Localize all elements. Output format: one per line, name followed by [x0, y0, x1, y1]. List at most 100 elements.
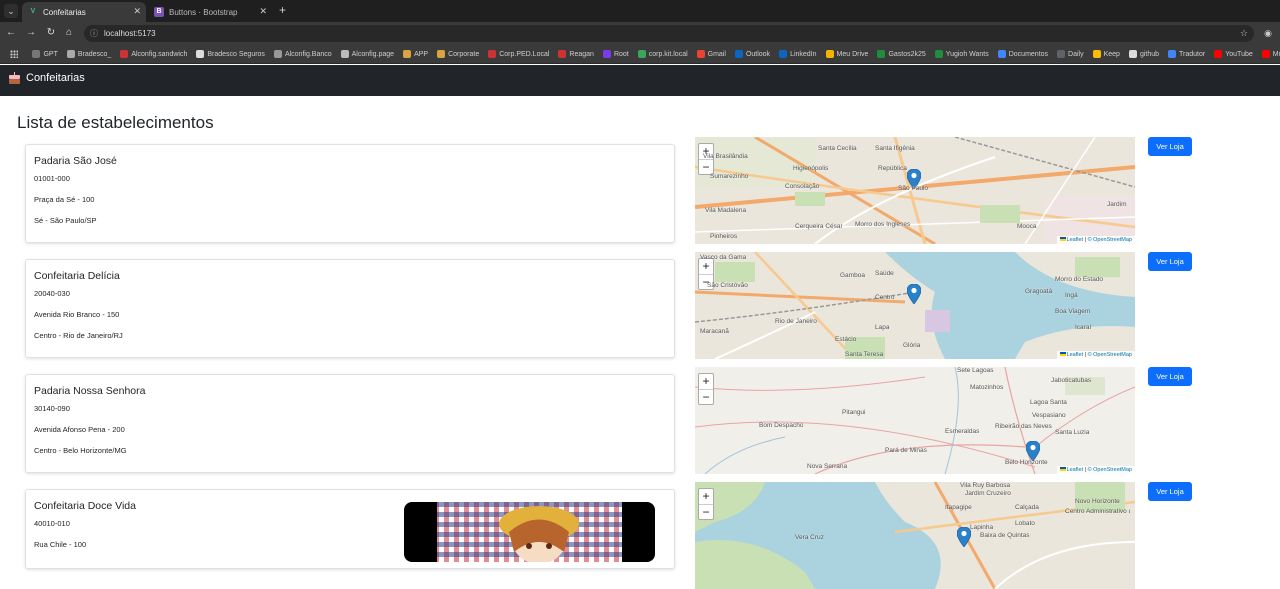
bookmark-favicon-icon: [825, 50, 834, 58]
bookmark-item[interactable]: Alconfig.sandwich: [116, 44, 192, 63]
bookmark-favicon-icon: [340, 50, 349, 58]
bookmark-item[interactable]: Tradutor: [1164, 44, 1210, 63]
tab-search-icon[interactable]: ⌄: [4, 4, 18, 18]
bookmark-favicon-icon: [488, 50, 497, 58]
bookmark-item[interactable]: APP: [399, 44, 433, 63]
tab-confeitarias[interactable]: V Confeitarias ✕: [22, 2, 146, 22]
bookmark-favicon-icon: [877, 50, 886, 58]
leaflet-link[interactable]: Leaflet: [1067, 352, 1084, 358]
store-cep: 30140-090: [34, 404, 70, 413]
bookmark-star-icon[interactable]: ☆: [1240, 25, 1248, 42]
zoom-out-button[interactable]: −: [699, 159, 713, 174]
map-place-label: Nova Serrana: [807, 463, 848, 470]
map-place-label: Matozinhos: [970, 384, 1004, 391]
zoom-in-button[interactable]: +: [699, 259, 713, 274]
ukraine-flag-icon: [1059, 352, 1066, 356]
store-city: Sé - São Paulo/SP: [34, 216, 97, 225]
ver-loja-button[interactable]: Ver Loja: [1148, 367, 1192, 386]
bookmark-item[interactable]: Gastos2k25: [873, 44, 930, 63]
store-cep: 01001-000: [34, 174, 70, 183]
map-place-label: Jaboticatubas: [1051, 377, 1092, 384]
profile-icon[interactable]: ◉: [1261, 26, 1275, 40]
map-place-label: Calçada: [1015, 504, 1039, 511]
close-tab-icon[interactable]: ✕: [133, 6, 141, 17]
osm-link[interactable]: © OpenStreetMap: [1088, 467, 1132, 473]
ver-loja-button[interactable]: Ver Loja: [1148, 482, 1192, 501]
bookmark-item[interactable]: github: [1125, 44, 1164, 63]
bookmark-favicon-icon: [403, 50, 412, 58]
apps-grid-icon[interactable]: [10, 50, 18, 58]
bookmark-item[interactable]: Alconfig.page: [337, 44, 399, 63]
map-place-label: Centro: [875, 294, 895, 301]
bookmark-label: Gmail: [707, 50, 726, 58]
bookmark-label: Daily: [1068, 50, 1084, 58]
zoom-out-button[interactable]: −: [699, 389, 713, 404]
navbar-brand[interactable]: Confeitarias: [9, 72, 85, 84]
vue-favicon-icon: V: [30, 8, 36, 15]
zoom-out-button[interactable]: −: [699, 504, 713, 519]
bookmark-item[interactable]: corp.kit.local: [634, 44, 693, 63]
bookmark-item[interactable]: Keep: [1089, 44, 1125, 63]
forward-icon[interactable]: →: [24, 26, 38, 40]
osm-link[interactable]: © OpenStreetMap: [1088, 352, 1132, 358]
bookmark-item[interactable]: GPT: [28, 44, 62, 63]
leaflet-link[interactable]: Leaflet: [1067, 237, 1084, 243]
bookmark-item[interactable]: Meu Drive: [822, 44, 874, 63]
bookmark-item[interactable]: Corporate: [433, 44, 484, 63]
map-salvador[interactable]: + −: [695, 482, 1135, 589]
browser-toolbar: ← → ↻ ⌂ ⓘ localhost:5173 ☆ ◉: [0, 22, 1280, 44]
bookmark-item[interactable]: LinkedIn: [775, 44, 821, 63]
new-tab-icon[interactable]: +: [279, 3, 286, 17]
ver-loja-button[interactable]: Ver Loja: [1148, 252, 1192, 271]
bookmark-favicon-icon: [1168, 50, 1177, 58]
bookmark-favicon-icon: [1261, 50, 1270, 58]
site-info-icon[interactable]: ⓘ: [90, 25, 98, 42]
ver-loja-button[interactable]: Ver Loja: [1148, 137, 1192, 156]
bookmark-item[interactable]: Reagan: [554, 44, 599, 63]
bookmark-item[interactable]: Daily: [1053, 44, 1089, 63]
bookmark-favicon-icon: [734, 50, 743, 58]
bookmark-favicon-icon: [997, 50, 1006, 58]
bookmark-item[interactable]: Root: [599, 44, 634, 63]
bookmark-item[interactable]: Corp.PED.Local: [484, 44, 554, 63]
bookmark-label: Alconfig.page: [351, 50, 395, 58]
back-icon[interactable]: ←: [4, 26, 18, 40]
zoom-in-button[interactable]: +: [699, 489, 713, 504]
bookmark-item[interactable]: Music: [1258, 44, 1280, 63]
store-address: Rua Chile - 100: [34, 540, 87, 549]
map-marker-icon[interactable]: [907, 284, 921, 304]
address-bar[interactable]: ⓘ localhost:5173 ☆: [84, 25, 1254, 42]
bookmark-label: APP: [414, 50, 429, 58]
map-marker-icon[interactable]: [1026, 441, 1040, 461]
map-marker-icon[interactable]: [957, 527, 971, 547]
bookmark-label: Outlook: [745, 50, 771, 58]
map-place-label: Icaraí: [1075, 324, 1092, 331]
close-tab-icon[interactable]: ✕: [259, 6, 267, 17]
bookmark-item[interactable]: Bradesco_: [63, 44, 116, 63]
address-text: localhost:5173: [104, 29, 156, 38]
reload-icon[interactable]: ↻: [44, 26, 58, 40]
bookmark-label: Meu Drive: [836, 50, 869, 58]
map-place-label: Glória: [903, 342, 921, 349]
bookmark-item[interactable]: YouTube: [1210, 44, 1258, 63]
home-icon[interactable]: ⌂: [62, 26, 76, 40]
bookmark-item[interactable]: Yugioh Wants: [931, 44, 994, 63]
bookmark-item[interactable]: Gmail: [693, 44, 731, 63]
bookmark-item[interactable]: Alconfig.Banco: [270, 44, 337, 63]
tab-bootstrap[interactable]: B Buttons · Bootstrap ✕: [148, 2, 272, 22]
store-name: Padaria Nossa Senhora: [34, 385, 146, 397]
app-navbar: Confeitarias: [0, 65, 1280, 96]
bookmark-item[interactable]: Outlook: [731, 44, 775, 63]
bookmark-label: Corporate: [448, 50, 480, 58]
bookmark-favicon-icon: [120, 50, 129, 58]
map-place-label: Higienópolis: [793, 165, 829, 172]
bookmark-item[interactable]: Documentos: [994, 44, 1053, 63]
bookmark-item[interactable]: Bradesco Seguros: [192, 44, 270, 63]
zoom-in-button[interactable]: +: [699, 374, 713, 389]
map-attribution: Leaflet | © OpenStreetMap: [1056, 466, 1135, 474]
osm-link[interactable]: © OpenStreetMap: [1088, 237, 1132, 243]
leaflet-link[interactable]: Leaflet: [1067, 467, 1084, 473]
bookmark-label: Documentos: [1008, 50, 1049, 58]
store-city: Centro - Rio de Janeiro/RJ: [34, 331, 123, 340]
bookmark-label: Gastos2k25: [888, 50, 926, 58]
